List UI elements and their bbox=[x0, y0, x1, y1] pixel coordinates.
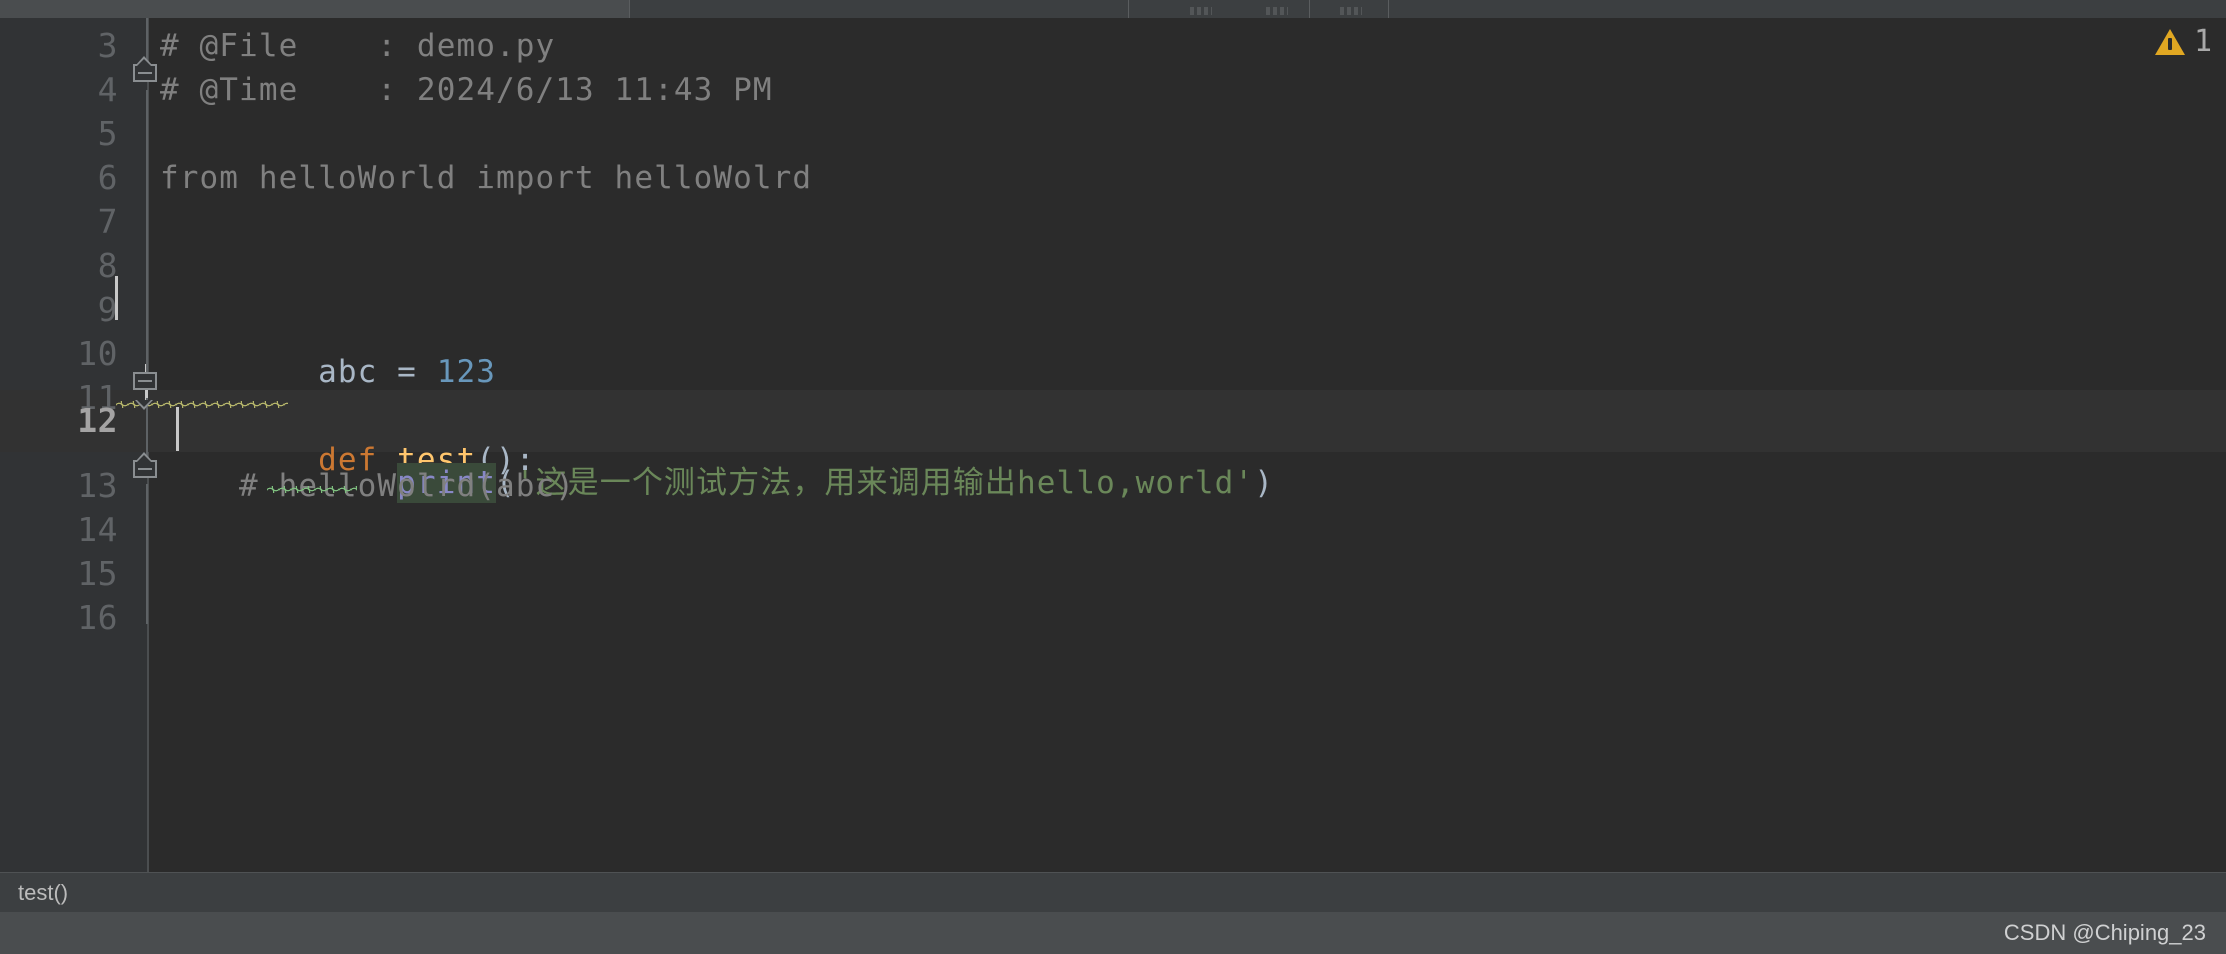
code-editor[interactable]: 3 # @File : demo.py 4 # @Time : 2024/6/1… bbox=[0, 18, 2226, 872]
warning-count: 1 bbox=[2193, 24, 2212, 59]
text-caret bbox=[115, 276, 118, 320]
toolbar-divider-3 bbox=[1309, 0, 1310, 18]
text-caret bbox=[176, 407, 179, 451]
line-number[interactable]: 16 bbox=[0, 587, 118, 649]
inspection-status-widget[interactable]: 1 bbox=[2154, 24, 2212, 59]
toolbar-strip bbox=[0, 0, 2226, 18]
watermark-text: CSDN @Chiping_23 bbox=[2003, 920, 2206, 945]
editor-line-12[interactable]: 12 print('这是一个测试方法，用来调用输出hello,world') bbox=[0, 390, 2226, 503]
editor-line-16[interactable]: 16 bbox=[0, 587, 2226, 649]
breadcrumb-bar[interactable]: test() bbox=[0, 872, 2226, 912]
ide-window: 3 # @File : demo.py 4 # @Time : 2024/6/1… bbox=[0, 0, 2226, 954]
fold-stem bbox=[146, 90, 148, 372]
toolbar-icon-c[interactable] bbox=[1340, 7, 1362, 15]
breadcrumb[interactable]: test() bbox=[18, 873, 68, 912]
toolbar-divider-4 bbox=[1388, 0, 1389, 18]
fold-marker-icon[interactable] bbox=[131, 452, 161, 490]
toolbar-divider-2 bbox=[1128, 0, 1129, 18]
bottom-bar: CSDN @Chiping_23 bbox=[0, 912, 2226, 954]
fold-marker-icon[interactable] bbox=[131, 372, 161, 410]
toolbar-icon-b[interactable] bbox=[1266, 7, 1288, 15]
typo-squiggle-underline bbox=[267, 486, 357, 493]
fold-stem bbox=[146, 398, 148, 461]
fold-marker-icon[interactable] bbox=[131, 56, 161, 94]
toolbar-divider-1 bbox=[629, 0, 630, 18]
line-number[interactable]: 12 bbox=[0, 390, 118, 452]
toolbar-right-segment bbox=[630, 0, 2226, 18]
warning-triangle-icon bbox=[2154, 28, 2185, 55]
toolbar-icon-a[interactable] bbox=[1190, 7, 1212, 15]
fold-stem bbox=[146, 484, 148, 624]
toolbar-left-segment bbox=[0, 0, 630, 18]
